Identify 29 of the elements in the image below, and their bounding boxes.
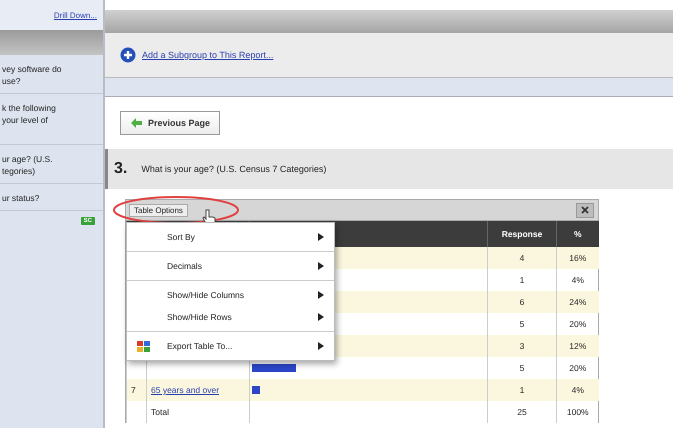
question-text: What is your age? (U.S. Census 7 Categories) — [141, 164, 326, 174]
sidebar-item[interactable]: ur age? (U.S. tegories) — [0, 145, 103, 184]
table-cell: 6 — [488, 291, 556, 313]
sidebar-item[interactable]: ur status? — [0, 184, 103, 211]
table-cell: 3 — [488, 335, 556, 357]
question-number: 3. — [114, 160, 128, 178]
table-cell: 12% — [556, 335, 598, 357]
menu-item[interactable]: Export Table To... — [127, 335, 334, 357]
add-subgroup-link[interactable]: Add a Subgroup to This Report... — [142, 50, 274, 60]
table-cell: 24% — [556, 291, 598, 313]
table-cell: 1 — [488, 379, 556, 401]
table-cell: Total — [146, 401, 250, 423]
sidebar-item[interactable]: vey software do use? — [0, 55, 103, 94]
previous-page-button[interactable]: Previous Page — [120, 111, 220, 135]
table-options-button[interactable]: Table Options — [129, 204, 188, 216]
column-header: % — [556, 221, 598, 247]
menu-item[interactable]: Show/Hide Rows — [127, 306, 334, 328]
row-number: 7 — [131, 385, 136, 395]
menu-item[interactable]: Sort By — [127, 226, 334, 248]
menu-item[interactable]: Decimals — [127, 255, 334, 277]
table-cell: 25 — [488, 401, 556, 423]
table-cell: 16% — [556, 247, 598, 269]
menu-item[interactable]: Show/Hide Columns — [127, 284, 334, 306]
sidebar-item[interactable]: k the following your level of — [0, 94, 103, 145]
drill-down-link[interactable]: Drill Down... — [54, 10, 97, 20]
table-cell: 4 — [488, 247, 556, 269]
table-cell: 4% — [556, 379, 598, 401]
column-header: Response — [488, 221, 556, 247]
table-cell: 100% — [556, 401, 598, 423]
